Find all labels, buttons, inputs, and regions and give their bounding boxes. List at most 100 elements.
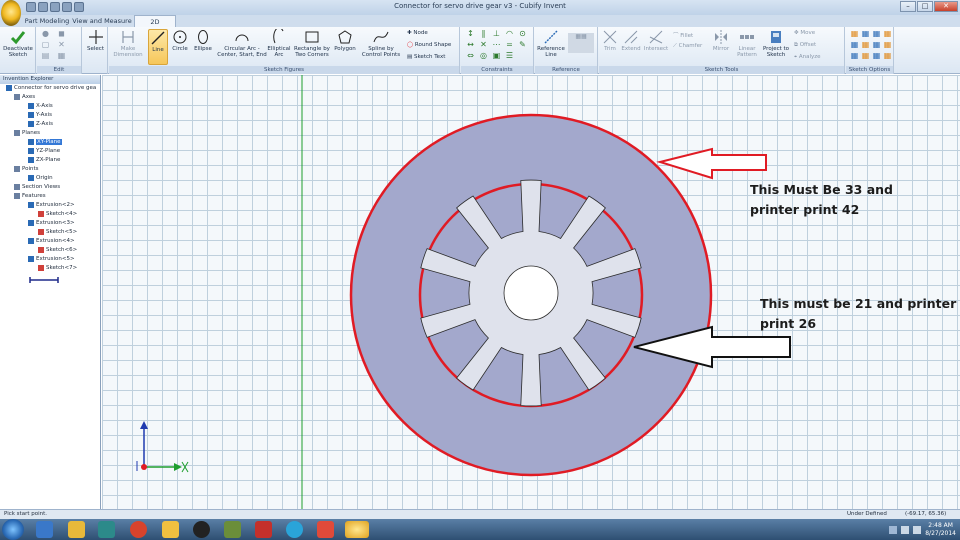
snap-point-icon[interactable]: ▦ — [861, 30, 870, 38]
mirror-button[interactable]: Mirror — [710, 29, 732, 52]
constraint-equal-icon[interactable]: = — [505, 41, 514, 49]
chamfer-button[interactable]: ⟋ Chamfer — [673, 43, 702, 50]
start-button[interactable] — [2, 519, 24, 540]
constraint-concentric-icon[interactable]: ◎ — [479, 52, 488, 60]
offset-button[interactable]: ⧉ Offset — [794, 42, 816, 49]
app-icon-8[interactable] — [255, 521, 272, 538]
show-constraints-icon[interactable]: ▦ — [850, 41, 859, 49]
line-button[interactable]: Line — [148, 29, 168, 65]
constraint-tangent-icon[interactable]: ◠ — [505, 30, 514, 38]
explorer-folder-icon[interactable] — [68, 521, 85, 538]
trim-button[interactable]: Trim — [601, 29, 619, 52]
move-button[interactable]: ✥ Move — [794, 30, 815, 36]
tree-item[interactable]: YZ-Plane — [28, 148, 60, 154]
constraint-midpoint-icon[interactable]: ✕ — [479, 41, 488, 49]
network-icon[interactable] — [901, 525, 910, 534]
cubify-taskbar-icon[interactable] — [345, 521, 369, 538]
properties-icon[interactable]: ▦ — [57, 52, 66, 60]
app-icon-10[interactable] — [317, 521, 334, 538]
maximize-button[interactable]: □ — [917, 1, 933, 12]
circular-arc-button[interactable]: Circular Arc - Center, Start, End — [217, 29, 267, 58]
ellipse-button[interactable]: Ellipse — [192, 29, 214, 52]
cut-icon[interactable]: ● — [41, 30, 50, 38]
make-dimension-button[interactable]: Make Dimension — [111, 29, 145, 58]
app-icon-5[interactable] — [162, 521, 179, 538]
tree-item[interactable]: Planes — [14, 130, 40, 136]
tab-2d-sketching[interactable]: 2D Sketching — [134, 15, 176, 38]
close-button[interactable]: ✕ — [934, 1, 958, 12]
tree-item[interactable]: Extrusion<3> — [28, 220, 75, 226]
option-12-icon[interactable]: ▦ — [883, 52, 892, 60]
show-points-icon[interactable]: ▦ — [883, 41, 892, 49]
rectangle-button[interactable]: Rectangle by Two Corners — [293, 29, 331, 58]
option-10-icon[interactable]: ▦ — [861, 52, 870, 60]
copy-icon[interactable]: ▢ — [41, 41, 50, 49]
tree-item[interactable]: Connector for servo drive gea — [6, 85, 96, 91]
ie-icon[interactable] — [36, 521, 53, 538]
tree-item[interactable]: Z-Axis — [28, 121, 53, 127]
app-icon-7[interactable] — [224, 521, 241, 538]
media-player-icon[interactable] — [98, 521, 115, 538]
paste-icon[interactable]: ▤ — [41, 52, 50, 60]
constraint-lock-icon[interactable]: ▣ — [492, 52, 501, 60]
circle-button[interactable]: Circle — [170, 29, 190, 52]
sketch-text-button[interactable]: ▤ Sketch Text — [407, 54, 445, 60]
tree-item[interactable]: Extrusion<5> — [28, 256, 75, 262]
snap-dim-icon[interactable]: ▦ — [883, 30, 892, 38]
show-dims-icon[interactable]: ▦ — [861, 41, 870, 49]
constraint-fix-icon[interactable]: ✎ — [518, 41, 527, 49]
tree-item[interactable]: Sketch<7> — [38, 265, 77, 271]
polygon-button[interactable]: Polygon — [333, 29, 357, 52]
app-icon-6[interactable] — [193, 521, 210, 538]
intersect-button[interactable]: Intersect — [643, 29, 669, 52]
constraint-show-icon[interactable]: ☰ — [505, 52, 514, 60]
spline-button[interactable]: Spline by Control Points — [359, 29, 403, 58]
tree-item[interactable]: Extrusion<4> — [28, 238, 75, 244]
skype-icon[interactable] — [286, 521, 303, 538]
analyze-button[interactable]: ⌖ Analyze — [794, 54, 821, 61]
gear-bore[interactable] — [503, 265, 559, 321]
reference-grid-icon[interactable]: ▦▦ — [568, 33, 594, 53]
tree-item[interactable]: X-Axis — [28, 103, 53, 109]
tab-part-modeling[interactable]: Part Modeling — [24, 15, 70, 27]
tree-item[interactable]: XY-Plane — [28, 139, 62, 145]
show-grid-icon[interactable]: ▦ — [872, 41, 881, 49]
tab-view-and-measure[interactable]: View and Measure — [72, 15, 132, 27]
constraint-perpendicular-icon[interactable]: ⊥ — [492, 30, 501, 38]
option-11-icon[interactable]: ▦ — [872, 52, 881, 60]
tree-item[interactable]: Axes — [14, 94, 35, 100]
snap-grid-icon[interactable]: ▦ — [850, 30, 859, 38]
undo-edit-icon[interactable]: ◼ — [57, 30, 66, 38]
clock[interactable]: 2:48 AM 8/27/2014 — [925, 522, 956, 538]
snap-angle-icon[interactable]: ▦ — [872, 30, 881, 38]
round-shape-button[interactable]: ◯ Round Shape — [407, 42, 451, 48]
reference-line-button[interactable]: Reference Line — [537, 29, 565, 58]
constraint-symmetric-icon[interactable]: ⇔ — [466, 52, 475, 60]
minimize-button[interactable]: – — [900, 1, 916, 12]
tree-item[interactable]: ZX-Plane — [28, 157, 60, 163]
tree-item[interactable]: Features — [14, 193, 46, 199]
constraint-collinear-icon[interactable]: ⋯ — [492, 41, 501, 49]
option-9-icon[interactable]: ▦ — [850, 52, 859, 60]
delete-icon[interactable]: ✕ — [57, 41, 66, 49]
tray-icon-1[interactable] — [889, 525, 898, 534]
tree-item[interactable]: Points — [14, 166, 39, 172]
constraint-parallel-icon[interactable]: ∥ — [479, 30, 488, 38]
chrome-icon[interactable] — [130, 521, 147, 538]
tree-item[interactable]: Extrusion<2> — [28, 202, 75, 208]
tree-item[interactable]: Sketch<6> — [38, 247, 77, 253]
select-button[interactable]: Select — [85, 29, 106, 52]
tree-item[interactable]: Y-Axis — [28, 112, 52, 118]
app-logo-icon[interactable] — [1, 0, 21, 26]
elliptical-arc-button[interactable]: Elliptical Arc — [267, 29, 291, 58]
constraint-horizontal-icon[interactable]: ↔ — [466, 41, 475, 49]
tree-item[interactable]: Sketch<4> — [38, 211, 77, 217]
deactivate-sketch-button[interactable]: Deactivate Sketch — [2, 29, 34, 58]
sketch-canvas[interactable]: This Must Be 33 and printer print 42 Thi… — [102, 75, 960, 509]
tree-item[interactable]: Sketch<5> — [38, 229, 77, 235]
project-to-sketch-button[interactable]: Project to Sketch — [762, 29, 790, 58]
tree-item[interactable]: Origin — [28, 175, 53, 181]
tree-item[interactable]: Section Views — [14, 184, 60, 190]
extend-button[interactable]: Extend — [620, 29, 642, 52]
constraint-vertical-icon[interactable]: ↕ — [466, 30, 475, 38]
